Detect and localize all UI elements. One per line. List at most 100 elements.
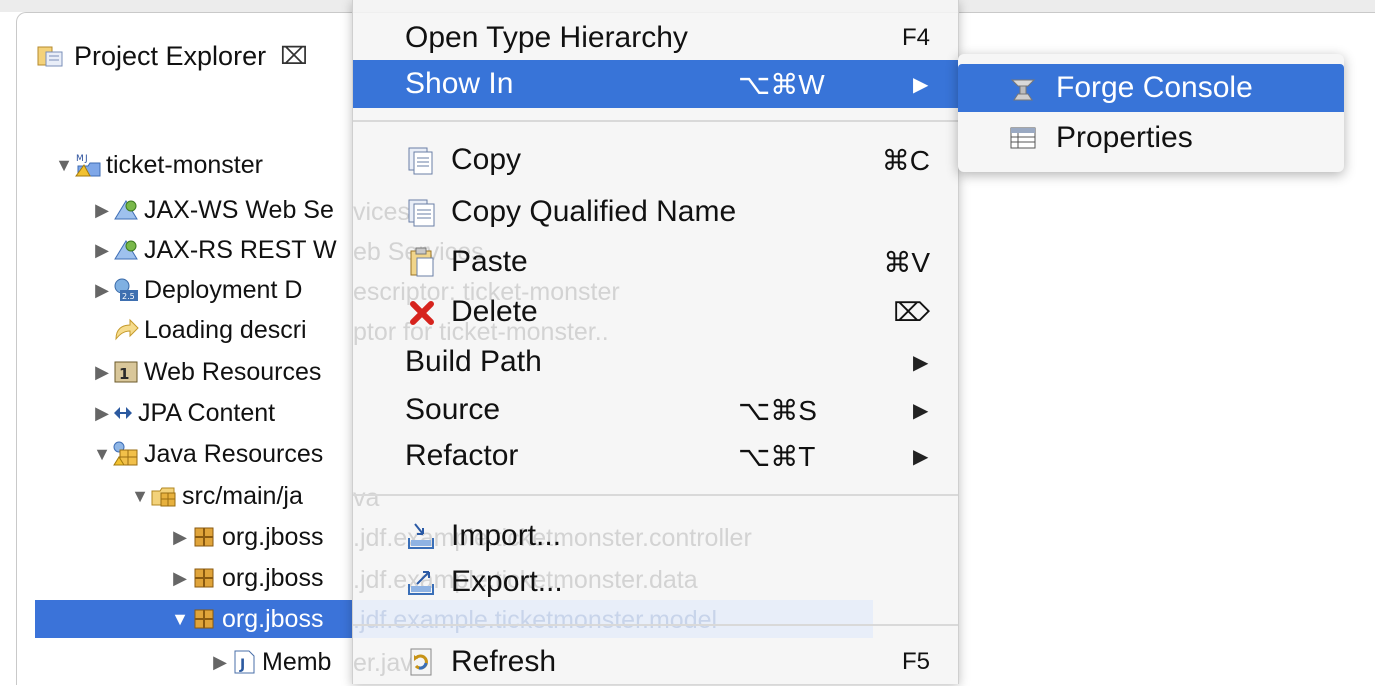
- collapsed-triangle-icon[interactable]: ▶: [92, 280, 112, 301]
- tree-item-label: Loading descri: [144, 315, 307, 344]
- menu-item-copy-qualified-name[interactable]: Copy Qualified Name: [353, 188, 958, 236]
- tree-item-label: ticket-monster: [106, 150, 263, 179]
- svg-text:2.5: 2.5: [122, 292, 135, 301]
- close-view-icon[interactable]: ⌧: [280, 42, 308, 71]
- deployment-descriptor-icon: 2.5: [112, 277, 140, 303]
- collapsed-triangle-icon[interactable]: ▶: [170, 527, 190, 548]
- menu-item-show-in[interactable]: Show In ⌥⌘W ▶: [353, 60, 958, 108]
- tree-item-label: src/main/ja: [182, 481, 303, 510]
- menu-item-label: Build Path: [405, 345, 542, 378]
- delete-icon: [405, 296, 439, 328]
- expanded-triangle-icon[interactable]: ▼: [92, 444, 112, 465]
- menu-item-label: Export...: [451, 565, 563, 598]
- expanded-triangle-icon[interactable]: ▼: [130, 486, 150, 507]
- tree-item-deployment-descriptor[interactable]: ▶ 2.5 Deployment D: [92, 270, 302, 310]
- menu-item-paste[interactable]: Paste ⌘V: [353, 238, 958, 286]
- menu-item-label: Refactor: [405, 439, 519, 472]
- tree-item-jax-ws[interactable]: ▶ JAX-WS Web Se: [92, 190, 334, 230]
- menu-item-export[interactable]: Export...: [353, 558, 958, 606]
- tree-item-src-main-java[interactable]: ▼ src/main/ja: [130, 476, 303, 516]
- ghost-text: va: [353, 484, 380, 512]
- copy-icon: [405, 144, 439, 176]
- properties-icon: [1008, 124, 1038, 152]
- tree-item-package-model[interactable]: ▼ org.jboss: [170, 599, 323, 639]
- menu-item-build-path[interactable]: Build Path ▶: [353, 338, 958, 386]
- menu-item-label: Show In: [405, 67, 514, 100]
- menu-item-label: Paste: [451, 245, 528, 278]
- maven-project-icon: M J: [74, 152, 102, 178]
- svg-text:J: J: [239, 657, 245, 673]
- project-explorer-icon: [36, 43, 66, 69]
- tree-item-ticket-monster[interactable]: ▼ M J ticket-monster: [54, 145, 263, 185]
- menu-item-refactor[interactable]: Refactor ⌥⌘T ▶: [353, 432, 958, 480]
- export-icon: [405, 566, 439, 598]
- svg-text:M: M: [76, 154, 84, 164]
- menu-item-delete[interactable]: Delete ⌦: [353, 288, 958, 336]
- import-icon: [405, 520, 439, 552]
- menu-item-source[interactable]: Source ⌥⌘S ▶: [353, 386, 958, 434]
- tree-item-label: org.jboss: [222, 522, 324, 551]
- package-icon: [190, 524, 218, 550]
- collapsed-triangle-icon[interactable]: ▶: [170, 568, 190, 589]
- tree-item-java-resources[interactable]: ▼ Java Resources: [92, 434, 323, 474]
- submenu-item-properties[interactable]: Properties: [958, 114, 1344, 162]
- menu-item-refresh[interactable]: Refresh F5: [353, 638, 958, 686]
- menu-item-shortcut: F4: [901, 24, 930, 51]
- menu-item-label: Copy: [451, 143, 522, 176]
- menu-item-import[interactable]: Import...: [353, 512, 958, 560]
- menu-separator: [353, 624, 958, 626]
- tree-item-label: Memb: [262, 647, 332, 676]
- submenu-item-label: Forge Console: [1056, 71, 1253, 104]
- collapsed-triangle-icon[interactable]: ▶: [92, 362, 112, 383]
- forge-console-icon: [1008, 74, 1038, 102]
- submenu-item-forge-console[interactable]: Forge Console: [958, 64, 1344, 112]
- menu-item-label: Import...: [451, 519, 562, 552]
- tree-item-member-java[interactable]: ▶ J Memb: [210, 642, 331, 682]
- web-services-icon: [112, 237, 140, 263]
- tree-item-jpa-content[interactable]: ▶ JPA Content: [92, 393, 275, 433]
- package-icon: [190, 606, 218, 632]
- submenu-arrow-icon: ▶: [913, 351, 929, 374]
- expanded-triangle-icon[interactable]: ▼: [170, 609, 190, 630]
- menu-separator: [353, 494, 958, 496]
- menu-item-shortcut: F5: [901, 648, 930, 675]
- collapsed-triangle-icon[interactable]: ▶: [92, 403, 112, 424]
- submenu-arrow-icon: ▶: [913, 73, 929, 96]
- loading-arrow-icon: [112, 317, 140, 343]
- paste-icon: [405, 246, 439, 278]
- web-services-icon: [112, 197, 140, 223]
- jpa-icon: [112, 400, 134, 426]
- tree-item-label: org.jboss: [222, 563, 324, 592]
- tree-item-label: Java Resources: [144, 439, 324, 468]
- submenu-item-label: Properties: [1056, 121, 1193, 154]
- menu-item-label: Copy Qualified Name: [451, 195, 737, 228]
- expanded-triangle-icon[interactable]: ▼: [54, 155, 74, 176]
- web-resources-icon: 1: [112, 359, 140, 385]
- menu-item-shortcut: ⌥⌘T: [738, 440, 816, 472]
- menu-item-label: Refresh: [451, 645, 557, 678]
- tree-item-package-data[interactable]: ▶ org.jboss: [170, 558, 323, 598]
- menu-item-shortcut: ⌘V: [883, 246, 930, 278]
- menu-item-open-type-hierarchy[interactable]: Open Type Hierarchy F4: [353, 14, 958, 62]
- collapsed-triangle-icon[interactable]: ▶: [92, 200, 112, 221]
- collapsed-triangle-icon[interactable]: ▶: [210, 652, 230, 673]
- menu-item-copy[interactable]: Copy ⌘C: [353, 136, 958, 184]
- tree-item-label: Deployment D: [144, 275, 303, 304]
- tree-item-package-controller[interactable]: ▶ org.jboss: [170, 517, 323, 557]
- project-explorer-tab[interactable]: Project Explorer ⌧: [36, 36, 308, 76]
- tree-item-web-resources[interactable]: ▶ 1 Web Resources: [92, 352, 321, 392]
- tree-item-label: org.jboss: [222, 604, 324, 633]
- java-file-icon: J: [230, 649, 258, 675]
- refresh-icon: [405, 646, 439, 678]
- submenu-arrow-icon: ▶: [913, 445, 929, 468]
- copy-qualified-name-icon: [405, 196, 439, 228]
- tree-item-jax-rs[interactable]: ▶ JAX-RS REST W: [92, 230, 337, 270]
- package-icon: [190, 565, 218, 591]
- menu-item-shortcut: ⌥⌘W: [738, 68, 825, 100]
- tree-item-label: Web Resources: [144, 357, 322, 386]
- collapsed-triangle-icon[interactable]: ▶: [92, 240, 112, 261]
- tree-item-label: JPA Content: [138, 398, 276, 427]
- menu-item-shortcut: ⌦: [893, 296, 930, 327]
- svg-text:J: J: [84, 154, 88, 164]
- source-folder-icon: [150, 483, 178, 509]
